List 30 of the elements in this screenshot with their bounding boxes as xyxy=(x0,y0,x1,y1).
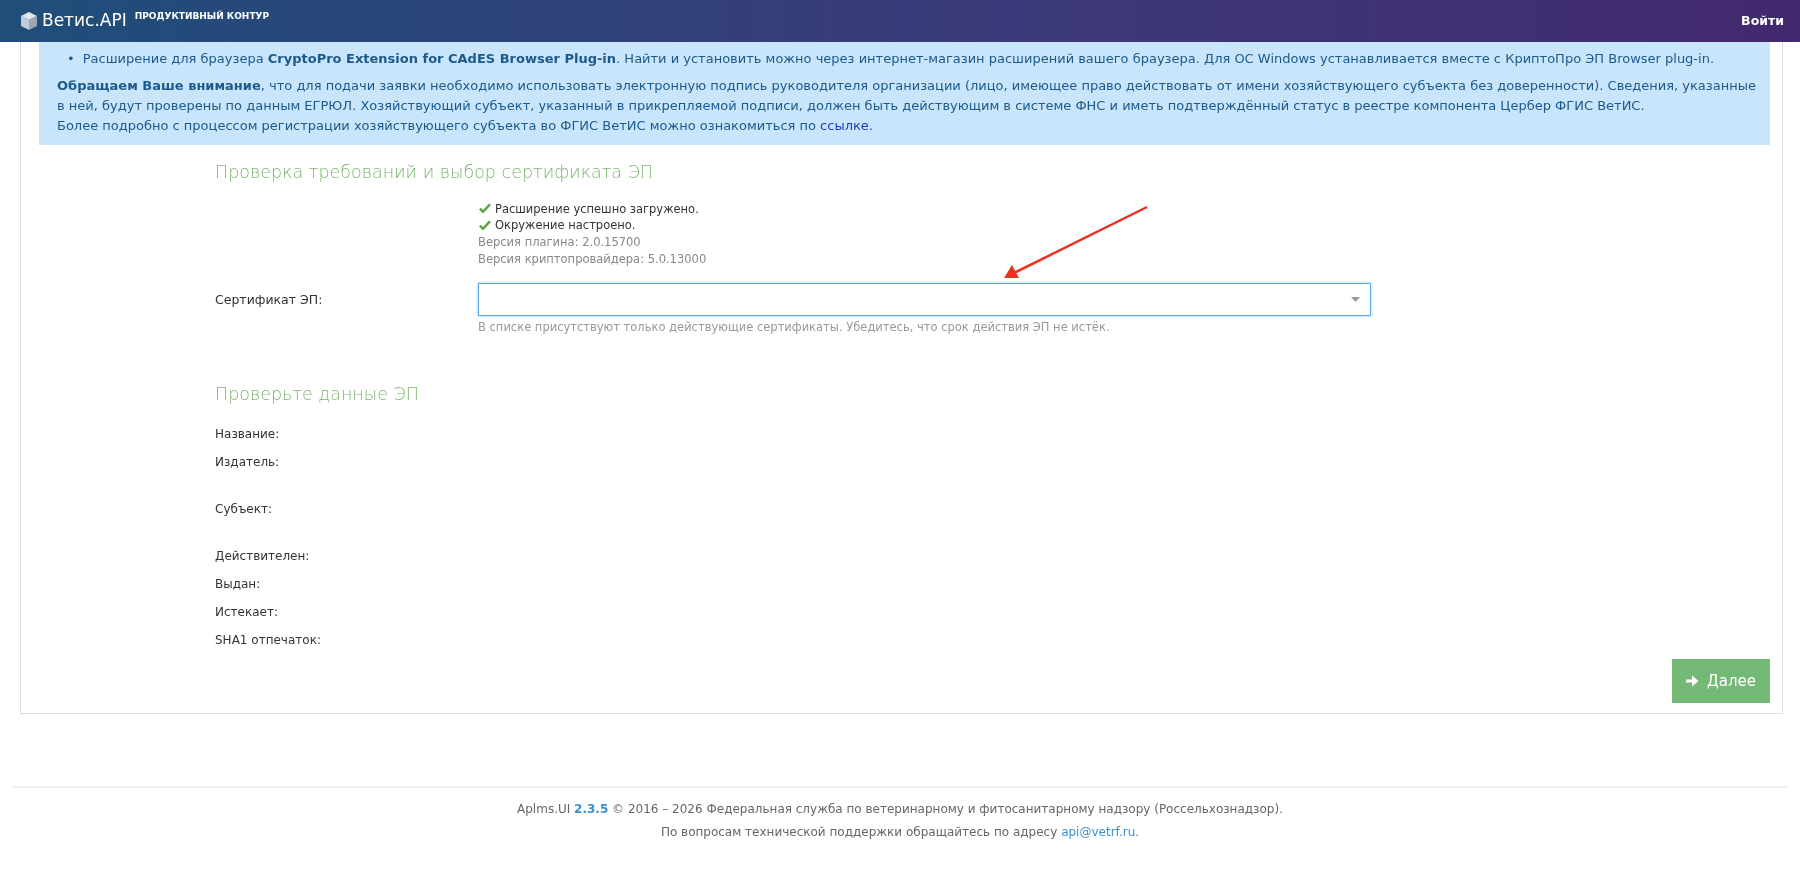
version-number: 2.3.5 xyxy=(574,801,609,816)
status-text: Версия криптопровайдера: 5.0.13000 xyxy=(478,250,707,268)
bullet-marker: • xyxy=(67,50,75,68)
hint-text: В списке присутствуют только действующие сертификаты. Убедитесь, что срок действия ЭП не истёк. xyxy=(478,319,1110,337)
section-title: Проверка требований и выбор сертификата ЭП xyxy=(215,160,655,184)
field-label: Выдан: xyxy=(215,576,261,591)
section-title: Проверьте данные ЭП xyxy=(215,382,420,406)
field-label: SHA1 отпечаток: xyxy=(215,632,321,647)
status-text: Окружение настроено. xyxy=(495,217,636,235)
notice-text: Обращаем Ваше внимание, что для подачи заявки необходимо использовать электронную подпись руководителя организации (лицо, имеющее право действовать от имени хозяйствующего субъекта без доверенности). Сведения, указанные в ней, будут проверены по данным ЕГРЮЛ. Хозяйствующий субъект, указанный в прикрепляемой подписи, должен быть действующим в системе ФНС и иметь подтверждённый статус в реестре компонента Цербер ФГИС ВетИС. xyxy=(57,77,1756,116)
arrow-right-icon xyxy=(1686,674,1699,687)
environment-label: ПРОДУКТИВНЫЙ КОНТУР xyxy=(134,10,270,23)
details-link[interactable]: ссылке xyxy=(820,118,869,134)
status-text: Расширение успешно загружено. xyxy=(495,200,699,218)
field-label: Истекает: xyxy=(215,604,278,619)
field-label: Действителен: xyxy=(215,548,310,563)
login-link[interactable]: Войти xyxy=(1741,11,1784,31)
notice-text: Более подробно с процессом регистрации хозяйствующего субъекта во ФГИС ВетИС можно ознакомиться по ссылке. xyxy=(57,117,874,136)
notice-bullet: Расширение для браузера CryptoPro Extension for CAdES Browser Plug-in. Найти и установить можно через интернет-магазин расширений вашего браузера. Для ОС Windows устанавливается вместе с КриптоПро ЭП Browser plug-in. xyxy=(82,50,1715,68)
certificate-select[interactable] xyxy=(478,283,1371,317)
cube-icon xyxy=(20,11,38,31)
brand-name[interactable]: Ветис.API xyxy=(42,8,127,34)
footer-text: Aplms.UI 2.3.5 © 2016 – 2026 Федеральная служба по ветеринарному и фитосанитарному надзору (Россельхознадзор). xyxy=(516,800,1284,818)
footer-text: По вопросам технической поддержки обращайтесь по адресу api@vetrf.ru. xyxy=(659,823,1141,841)
field-label: Издатель: xyxy=(215,454,280,469)
status-text: Версия плагина: 2.0.15700 xyxy=(478,234,641,251)
field-label: Название: xyxy=(215,426,280,441)
field-label: Сертификат ЭП: xyxy=(215,290,324,309)
caret-icon xyxy=(1351,297,1360,303)
field-label: Субъект: xyxy=(215,501,273,516)
